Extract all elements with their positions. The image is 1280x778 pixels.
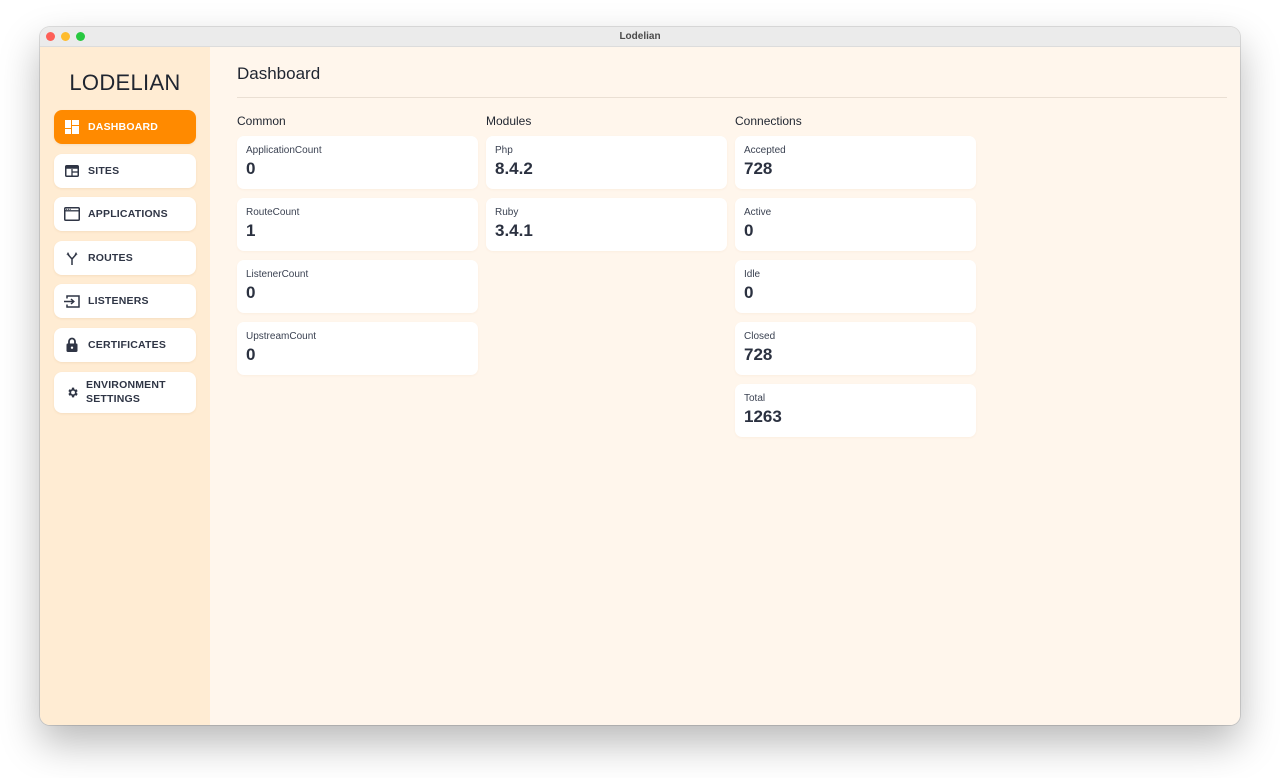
- stat-value: 0: [246, 283, 256, 302]
- dashboard-columns: Common ApplicationCount 0 RouteCount 1 L…: [237, 113, 1227, 446]
- section-common: Common ApplicationCount 0 RouteCount 1 L…: [237, 113, 478, 446]
- stat-label: Idle: [744, 269, 761, 280]
- stat-label: Php: [495, 145, 513, 156]
- sidebar-item-label: SITES: [88, 164, 120, 177]
- sidebar-item-sites[interactable]: SITES: [54, 153, 196, 188]
- window-controls: [46, 32, 85, 41]
- sites-icon: [64, 163, 80, 179]
- gear-icon: [64, 384, 80, 400]
- stat-label: Accepted: [744, 145, 786, 156]
- section-connections: Connections Accepted 728 Active 0 Idle 0: [735, 113, 976, 446]
- sidebar-item-certificates[interactable]: CERTIFICATES: [54, 327, 196, 362]
- sidebar-item-label: ROUTES: [88, 251, 133, 264]
- stat-label: RouteCount: [246, 207, 300, 218]
- stat-card: Ruby 3.4.1: [486, 198, 727, 251]
- header-divider: [237, 97, 1227, 98]
- sidebar-item-listeners[interactable]: LISTENERS: [54, 284, 196, 319]
- routes-icon: [64, 250, 80, 266]
- stat-label: UpstreamCount: [246, 331, 317, 342]
- label-line-1: ENVIRONMENT: [86, 379, 166, 392]
- section-title: Common: [237, 114, 286, 128]
- stat-card: Active 0: [735, 198, 976, 251]
- applications-icon: [64, 206, 80, 222]
- sidebar-item-routes[interactable]: ROUTES: [54, 240, 196, 275]
- maximize-window-button[interactable]: [76, 32, 85, 41]
- stat-card: ApplicationCount 0: [237, 136, 478, 189]
- label-line-2: SETTINGS: [86, 393, 141, 406]
- page-title: Dashboard: [237, 64, 321, 83]
- sidebar-item-label: DASHBOARD: [88, 121, 159, 133]
- minimize-window-button[interactable]: [61, 32, 70, 41]
- sidebar-item-environment-settings[interactable]: ENVIRONMENT SETTINGS: [54, 371, 196, 413]
- stat-value: 1: [246, 221, 256, 240]
- stat-value: 8.4.2: [495, 159, 533, 178]
- section-title: Modules: [486, 114, 532, 128]
- brand-logo: LODELIAN: [69, 70, 181, 95]
- main-content: Dashboard Common ApplicationCount 0 Rout…: [210, 47, 1240, 725]
- stat-label: ListenerCount: [246, 269, 309, 280]
- sidebar-item-label: ENVIRONMENT SETTINGS: [86, 378, 166, 406]
- dashboard-icon: [64, 119, 80, 135]
- sidebar-item-label: LISTENERS: [88, 295, 149, 308]
- sidebar-item-dashboard[interactable]: DASHBOARD: [54, 110, 196, 144]
- close-window-button[interactable]: [46, 32, 55, 41]
- stat-card: Idle 0: [735, 260, 976, 313]
- stat-card: Total 1263: [735, 384, 976, 437]
- stat-card: RouteCount 1: [237, 198, 478, 251]
- stat-value: 1263: [744, 407, 782, 426]
- stat-card: ListenerCount 0: [237, 260, 478, 313]
- stat-label: Ruby: [495, 207, 519, 218]
- section-modules: Modules Php 8.4.2 Ruby 3.4.1: [486, 113, 727, 446]
- sidebar: LODELIAN DASHBOARD SITES APPLICATIONS RO…: [40, 47, 210, 725]
- stat-value: 3.4.1: [495, 221, 533, 240]
- stat-card: Accepted 728: [735, 136, 976, 189]
- title-bar: Lodelian: [40, 27, 1240, 47]
- stat-value: 0: [744, 221, 754, 240]
- stat-value: 0: [246, 159, 256, 178]
- stat-label: Active: [744, 207, 772, 218]
- sidebar-item-applications[interactable]: APPLICATIONS: [54, 197, 196, 232]
- stat-label: Closed: [744, 331, 776, 342]
- section-title: Connections: [735, 114, 802, 128]
- sidebar-item-label: CERTIFICATES: [88, 338, 167, 351]
- stat-label: Total: [744, 393, 766, 404]
- listeners-icon: [64, 293, 80, 309]
- app-window: Lodelian LODELIAN DASHBOARD SITES APPLIC…: [40, 27, 1240, 725]
- stat-label: ApplicationCount: [246, 145, 322, 156]
- stat-value: 728: [744, 159, 773, 178]
- lock-icon: [64, 337, 80, 353]
- window-title: Lodelian: [619, 31, 661, 42]
- stat-card: UpstreamCount 0: [237, 322, 478, 375]
- sidebar-item-label: APPLICATIONS: [88, 208, 168, 221]
- stat-value: 0: [246, 345, 256, 364]
- stat-card: Closed 728: [735, 322, 976, 375]
- stat-value: 728: [744, 345, 773, 364]
- stat-value: 0: [744, 283, 754, 302]
- stat-card: Php 8.4.2: [486, 136, 727, 189]
